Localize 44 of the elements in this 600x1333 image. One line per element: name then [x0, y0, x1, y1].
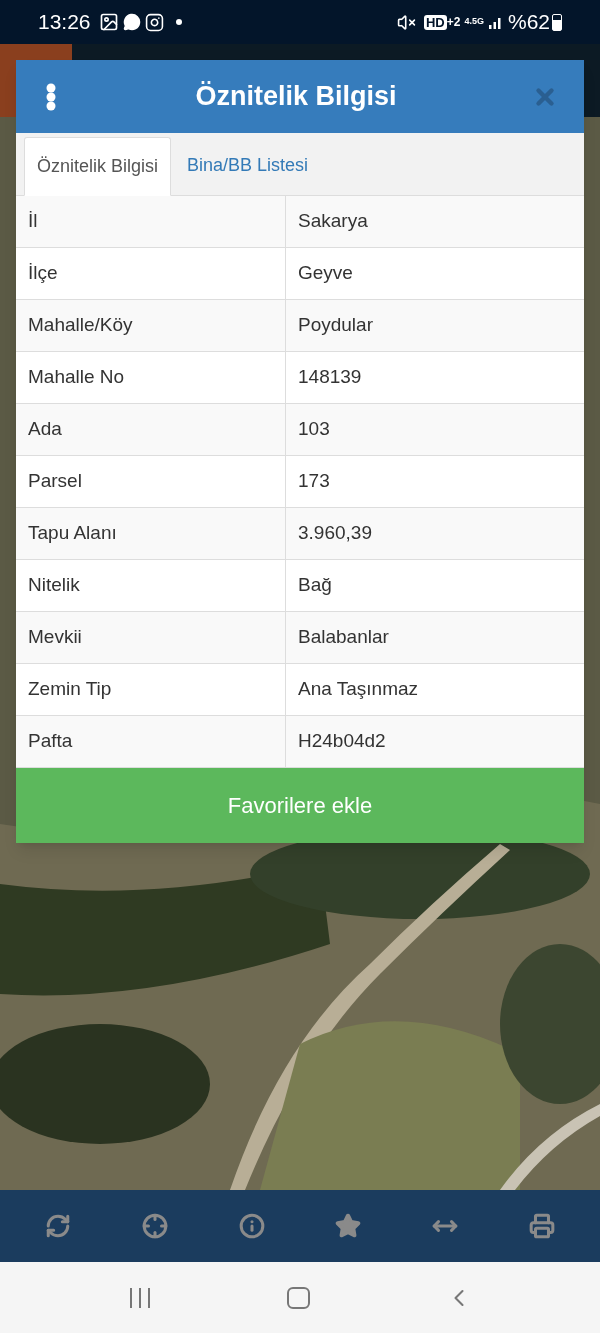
attribute-value: 173	[297, 469, 331, 494]
dialog-title: Öznitelik Bilgisi	[194, 80, 398, 114]
tab[interactable]: Öznitelik Bilgisi	[24, 137, 172, 196]
star-icon[interactable]	[335, 1213, 362, 1239]
attribute-value: Poydular	[297, 313, 374, 338]
attribute-value: Ana Taşınmaz	[297, 677, 420, 702]
attribute-label: Mahalle/Köy	[16, 300, 286, 351]
crosshair-icon[interactable]	[142, 1213, 168, 1239]
attribute-value: Sakarya	[297, 209, 369, 234]
battery-percent: %62	[507, 9, 550, 36]
attribute-value: 148139	[297, 365, 363, 390]
attribute-label: Mevkii	[16, 612, 286, 663]
attribute-label: Zemin Tip	[16, 664, 286, 715]
info-icon[interactable]	[238, 1213, 265, 1239]
recent-apps-icon[interactable]	[127, 1285, 152, 1310]
camera-icon	[144, 12, 164, 32]
image-icon	[98, 12, 119, 32]
attribute-value: 103	[297, 417, 331, 442]
attribute-label: İl	[16, 196, 286, 247]
mute-icon	[397, 12, 416, 32]
attribute-label: Mahalle No	[16, 352, 286, 403]
attribute-value: Bağ	[297, 573, 333, 598]
attribute-value: Geyve	[297, 261, 354, 286]
sim-label: +2	[446, 14, 461, 31]
hd-label: HD	[424, 14, 447, 30]
chat-icon	[122, 13, 141, 31]
attribute-value: 3.960,39	[297, 521, 373, 546]
refresh-icon[interactable]	[45, 1213, 72, 1239]
menu-icon	[46, 82, 56, 111]
battery-icon	[552, 13, 562, 31]
network-label: 4.5G	[464, 15, 484, 29]
tab[interactable]: Bina/BB Listesi	[171, 136, 325, 195]
print-icon[interactable]	[528, 1213, 555, 1239]
attribute-label: İlçe	[16, 248, 286, 299]
attribute-value: Balabanlar	[297, 625, 390, 650]
attribute-label: Tapu Alanı	[16, 508, 286, 559]
attribute-label: Pafta	[16, 716, 286, 767]
attribute-label: Nitelik	[16, 560, 286, 611]
attribute-label: Parsel	[16, 456, 286, 507]
attribute-label: Ada	[16, 404, 286, 455]
home-icon[interactable]	[286, 1286, 310, 1309]
clock: 13:26	[38, 9, 91, 36]
add-favorites-button[interactable]: Favorilere ekle	[16, 768, 584, 843]
attribute-value: H24b04d2	[297, 729, 387, 754]
